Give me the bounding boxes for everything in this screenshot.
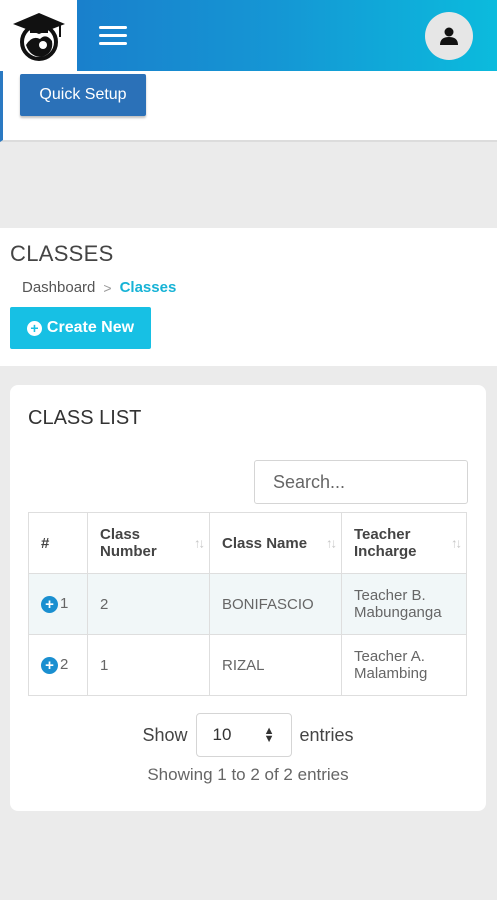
breadcrumb-separator: >: [103, 279, 112, 296]
class-table: # Class Number ↑↓ Class Name ↑↓ Teacher …: [28, 512, 467, 696]
app-logo[interactable]: [0, 0, 77, 71]
user-avatar-button[interactable]: [425, 12, 473, 60]
breadcrumb-dashboard-link[interactable]: Dashboard: [22, 279, 95, 296]
expand-row-icon[interactable]: +: [41, 595, 58, 613]
class-name-cell: BONIFASCIO: [209, 573, 342, 635]
teacher-cell: Teacher B. Mabunganga: [341, 573, 467, 635]
create-new-label: Create New: [46, 319, 135, 336]
class-list-card: CLASS LIST # Class Number ↑↓ Class Name …: [10, 385, 486, 811]
menu-toggle-button[interactable]: [77, 0, 149, 71]
column-header-index[interactable]: #: [28, 512, 88, 574]
graduation-cap-student-icon: [12, 12, 65, 61]
sort-icon: ↑↓: [194, 535, 205, 551]
search-input[interactable]: [254, 460, 468, 504]
quick-setup-button[interactable]: Quick Setup: [20, 74, 146, 116]
column-header-class-name[interactable]: Class Name ↑↓: [209, 512, 342, 574]
page-header: CLASSES Dashboard > Classes + Create New: [0, 228, 497, 366]
expand-row-icon[interactable]: +: [41, 656, 58, 674]
entries-label: entries: [299, 724, 354, 745]
column-header-teacher-incharge[interactable]: Teacher Incharge ↑↓: [341, 512, 467, 574]
class-number-cell: 2: [87, 573, 210, 635]
table-header-row: # Class Number ↑↓ Class Name ↑↓ Teacher …: [28, 512, 467, 574]
class-list-title: CLASS LIST: [28, 407, 142, 429]
create-new-button[interactable]: + Create New: [10, 307, 151, 349]
show-label: Show: [142, 724, 188, 745]
teacher-cell: Teacher A. Malambing: [341, 634, 467, 696]
plus-circle-icon: +: [26, 320, 42, 336]
class-name-cell: RIZAL: [209, 634, 342, 696]
setup-panel: Quick Setup: [0, 71, 497, 142]
page-length-control: Show 10 ▲ ▼ entries: [10, 713, 486, 757]
page-length-select[interactable]: 10 ▲ ▼: [195, 713, 292, 757]
table-row: +1 2 BONIFASCIO Teacher B. Mabunganga: [28, 573, 467, 635]
top-navbar: [0, 0, 497, 71]
sort-icon: ↑↓: [326, 535, 337, 551]
breadcrumb-current: Classes: [119, 279, 177, 296]
table-info: Showing 1 to 2 of 2 entries: [147, 765, 349, 784]
class-number-cell: 1: [87, 634, 210, 696]
sort-icon: ↑↓: [451, 535, 462, 551]
page-title: CLASSES: [10, 241, 114, 266]
select-arrows-icon: ▲ ▼: [263, 725, 275, 745]
row-index-cell: +1: [28, 573, 88, 635]
row-index-cell: +2: [28, 634, 88, 696]
table-row: +2 1 RIZAL Teacher A. Malambing: [28, 634, 467, 696]
hamburger-menu-icon: [99, 21, 127, 50]
user-icon: [440, 27, 458, 45]
column-header-class-number[interactable]: Class Number ↑↓: [87, 512, 210, 574]
page-length-value: 10: [212, 725, 232, 744]
breadcrumb: Dashboard > Classes: [22, 279, 176, 296]
